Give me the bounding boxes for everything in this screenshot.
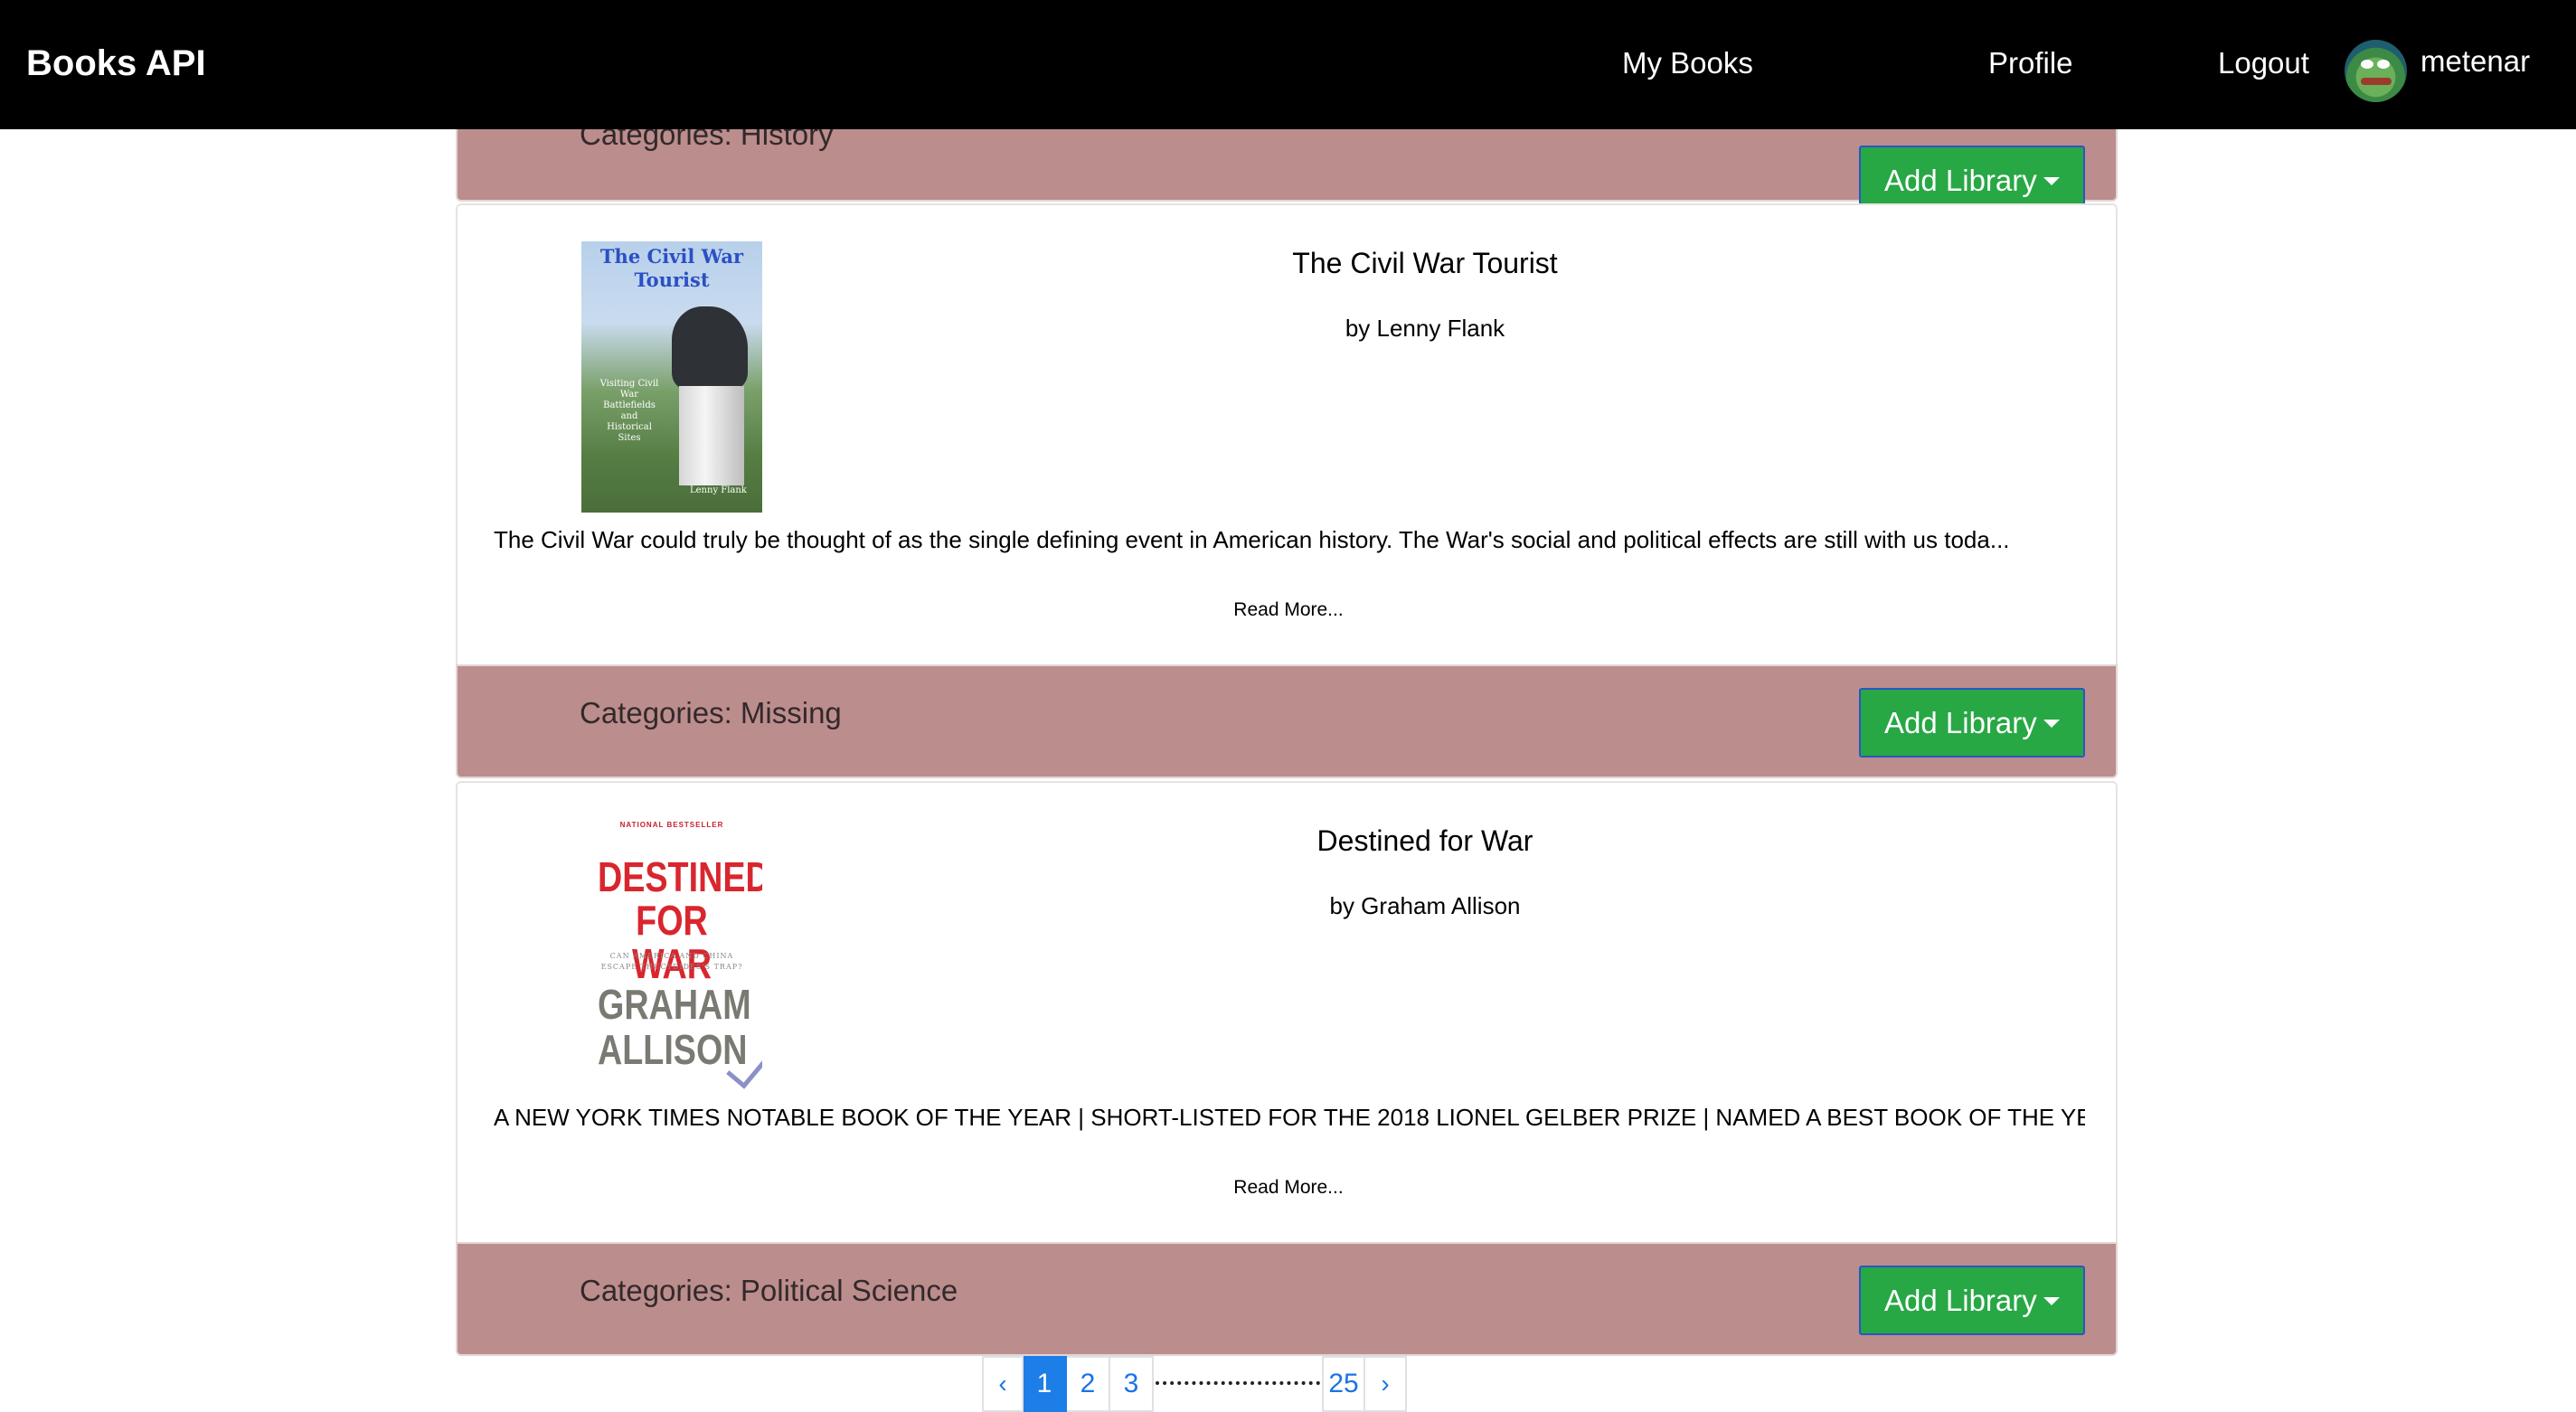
username-label[interactable]: metenar [2420, 38, 2530, 85]
cover-badge: NATIONAL BESTSELLER [619, 821, 724, 829]
categories-label: Categories: Political Science [580, 1274, 958, 1307]
book-author: by Lenny Flank [1345, 315, 1505, 342]
cover-author-line: ALLISON [598, 1026, 748, 1073]
pagination-prev-button[interactable]: ‹ [982, 1356, 1024, 1412]
pagination-page-2[interactable]: 2 [1067, 1356, 1110, 1412]
book-cover-image: The Civil War Tourist Visiting Civil War… [581, 241, 762, 513]
book-title: The Civil War Tourist [1292, 247, 1558, 279]
card-footer: Categories: Missing Add Library [456, 664, 2118, 778]
book-description: A NEW YORK TIMES NOTABLE BOOK OF THE YEA… [494, 1104, 2085, 1131]
pagination-page-last[interactable]: 25 [1322, 1356, 1365, 1412]
book-card: The Civil War Tourist Visiting Civil War… [456, 203, 2118, 666]
pagination-ellipsis [1154, 1356, 1322, 1412]
read-more-link[interactable]: Read More... [458, 1174, 2119, 1201]
pagination: ‹ 1 2 3 25 › [982, 1356, 1407, 1412]
caret-down-icon [2043, 177, 2060, 185]
cover-author: GRAHAM ALLISON [598, 981, 751, 1073]
nav-profile-link[interactable]: Profile [1988, 40, 2073, 87]
cover-subtitle: CAN AMERICA AND CHINA ESCAPE THUCYDIDES'… [600, 952, 743, 971]
cover-author-line: GRAHAM [598, 981, 751, 1028]
cover-title-line: DESTINED [598, 853, 762, 900]
add-library-label: Add Library [1884, 706, 2037, 739]
avatar-mouth [2361, 78, 2392, 85]
pagination-page-3[interactable]: 3 [1110, 1356, 1154, 1412]
pagination-page-1[interactable]: 1 [1024, 1356, 1067, 1412]
book-description: The Civil War could truly be thought of … [494, 526, 2010, 553]
statue-shape [672, 306, 748, 390]
add-library-label: Add Library [1884, 164, 2037, 197]
read-more-link[interactable]: Read More... [458, 597, 2119, 624]
add-library-label: Add Library [1884, 1284, 2037, 1317]
pedestal-shape [679, 386, 744, 485]
cover-subtitle: Visiting Civil War Battlefields and Hist… [599, 379, 659, 443]
add-library-button[interactable]: Add Library [1859, 688, 2085, 758]
caret-down-icon [2043, 720, 2060, 728]
nav-my-books-link[interactable]: My Books [1622, 40, 1753, 87]
cover-title: The Civil War Tourist [599, 245, 744, 291]
avatar-eye [2377, 60, 2390, 69]
book-title: Destined for War [1316, 824, 1533, 857]
dotted-line [1156, 1381, 1320, 1385]
navbar: Books API My Books Profile Logout metena… [0, 0, 2576, 129]
frog-avatar-icon[interactable] [2345, 40, 2407, 102]
pagination-next-button[interactable]: › [1365, 1356, 1407, 1412]
nav-logout-link[interactable]: Logout [2218, 40, 2309, 87]
card-footer: Categories: Political Science Add Librar… [456, 1242, 2118, 1356]
book-card: NATIONAL BESTSELLER DESTINED FOR WAR CAN… [456, 781, 2118, 1244]
book-author: by Graham Allison [1329, 892, 1521, 919]
cover-author: Lenny Flank [690, 485, 747, 495]
categories-label: Categories: Missing [580, 696, 842, 730]
avatar-eye [2361, 60, 2373, 69]
page-content: Categories: History Add Library The Civi… [0, 0, 2576, 1412]
brand-logo-text[interactable]: Books API [26, 40, 206, 87]
caret-down-icon [2043, 1297, 2060, 1305]
add-library-button[interactable]: Add Library [1859, 1266, 2085, 1335]
book-cover-image: NATIONAL BESTSELLER DESTINED FOR WAR CAN… [581, 819, 762, 1090]
